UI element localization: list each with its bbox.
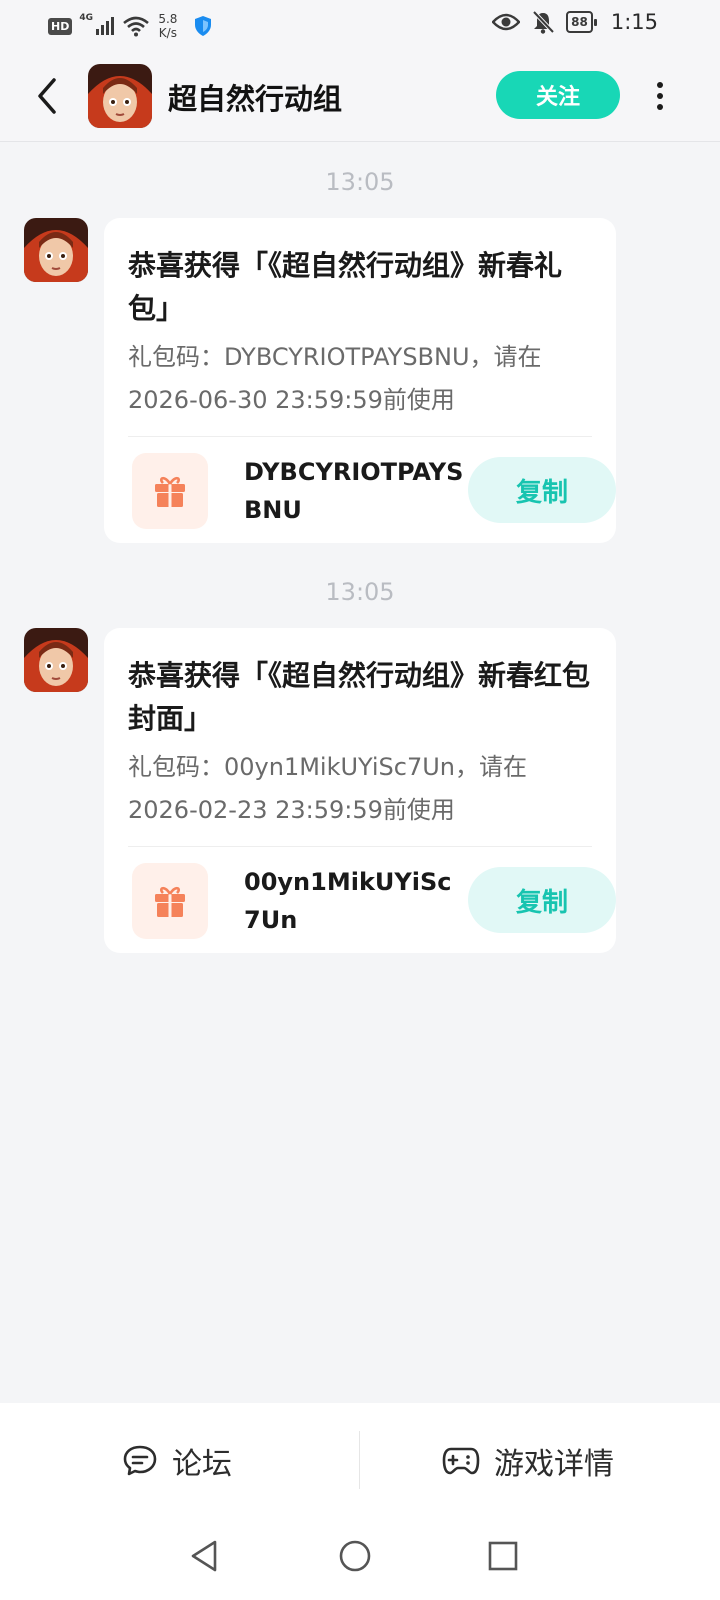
tab-forum-label: 论坛 xyxy=(172,1447,232,1482)
eye-icon xyxy=(492,13,521,31)
gift-icon xyxy=(132,453,208,529)
tab-game-detail-label: 游戏详情 xyxy=(494,1447,614,1482)
nav-recents-button[interactable] xyxy=(478,1531,528,1581)
message-timestamp: 13:05 xyxy=(325,168,395,196)
bottom-tab-bar: 论坛 游戏详情 xyxy=(0,1403,720,1523)
tab-game-detail[interactable]: 游戏详情 xyxy=(442,1439,614,1483)
chat-header: 超自然行动组 关注 xyxy=(0,50,720,142)
page-title: 超自然行动组 xyxy=(168,82,343,116)
gift-message-card: 恭喜获得「《超自然行动组》新春礼包」 礼包码：DYBCYRIOTPAYSBNU，… xyxy=(104,218,616,543)
gift-code: DYBCYRIOTPAYSBNU xyxy=(244,458,464,524)
gift-code: 00yn1MikUYiSc7Un xyxy=(244,868,452,934)
card-description: 礼包码：DYBCYRIOTPAYSBNU，请在2026-06-30 23:59:… xyxy=(128,343,542,414)
card-title: 恭喜获得「《超自然行动组》新春红包封面」 xyxy=(128,659,591,735)
gift-code-row: 00yn1MikUYiSc7Un 复制 xyxy=(128,847,616,961)
gift-code-row: DYBCYRIOTPAYSBNU 复制 xyxy=(128,437,616,551)
forum-icon xyxy=(123,1445,157,1476)
clock: 1:15 xyxy=(610,10,658,34)
more-menu-button[interactable] xyxy=(648,78,672,114)
copy-button[interactable]: 复制 xyxy=(468,867,616,933)
gamepad-icon xyxy=(442,1447,480,1475)
message-timestamp: 13:05 xyxy=(325,578,395,606)
network-speed: 5.8 K/s xyxy=(158,12,177,40)
tab-forum[interactable]: 论坛 xyxy=(122,1439,232,1483)
status-bar: HD 4G 5.8 K/s 88 1:15 xyxy=(0,0,720,50)
triangle-back-icon xyxy=(191,1540,217,1572)
status-right: 88 1:15 xyxy=(492,10,658,34)
shield-icon xyxy=(195,16,212,36)
gift-icon xyxy=(132,863,208,939)
circle-home-icon xyxy=(339,1540,371,1572)
wifi-icon xyxy=(123,16,150,37)
system-nav-bar xyxy=(0,1523,720,1600)
card-title: 恭喜获得「《超自然行动组》新春礼包」 xyxy=(128,249,563,325)
game-avatar[interactable] xyxy=(88,64,152,128)
copy-button[interactable]: 复制 xyxy=(468,457,616,523)
nav-back-button[interactable] xyxy=(180,1531,230,1581)
cellular-signal-icon: 4G xyxy=(79,13,115,35)
sender-avatar[interactable] xyxy=(24,218,88,282)
back-arrow-icon xyxy=(38,78,56,114)
mute-bell-icon xyxy=(532,10,555,34)
gift-message-card: 恭喜获得「《超自然行动组》新春红包封面」 礼包码：00yn1MikUYiSc7U… xyxy=(104,628,616,953)
battery-indicator: 88 xyxy=(566,11,597,33)
more-vertical-icon xyxy=(657,82,663,88)
status-left: HD 4G 5.8 K/s xyxy=(48,12,213,40)
square-recents-icon xyxy=(488,1541,518,1571)
speed-unit: K/s xyxy=(158,26,177,40)
follow-button[interactable]: 关注 xyxy=(496,71,620,119)
hd-badge: HD xyxy=(48,17,73,35)
network-type: 4G xyxy=(79,13,93,23)
sender-avatar[interactable] xyxy=(24,628,88,692)
speed-value: 5.8 xyxy=(158,12,178,26)
tab-divider xyxy=(359,1431,360,1489)
back-button[interactable] xyxy=(30,74,70,118)
card-description: 礼包码：00yn1MikUYiSc7Un，请在2026-02-23 23:59:… xyxy=(128,753,528,824)
nav-home-button[interactable] xyxy=(330,1531,380,1581)
